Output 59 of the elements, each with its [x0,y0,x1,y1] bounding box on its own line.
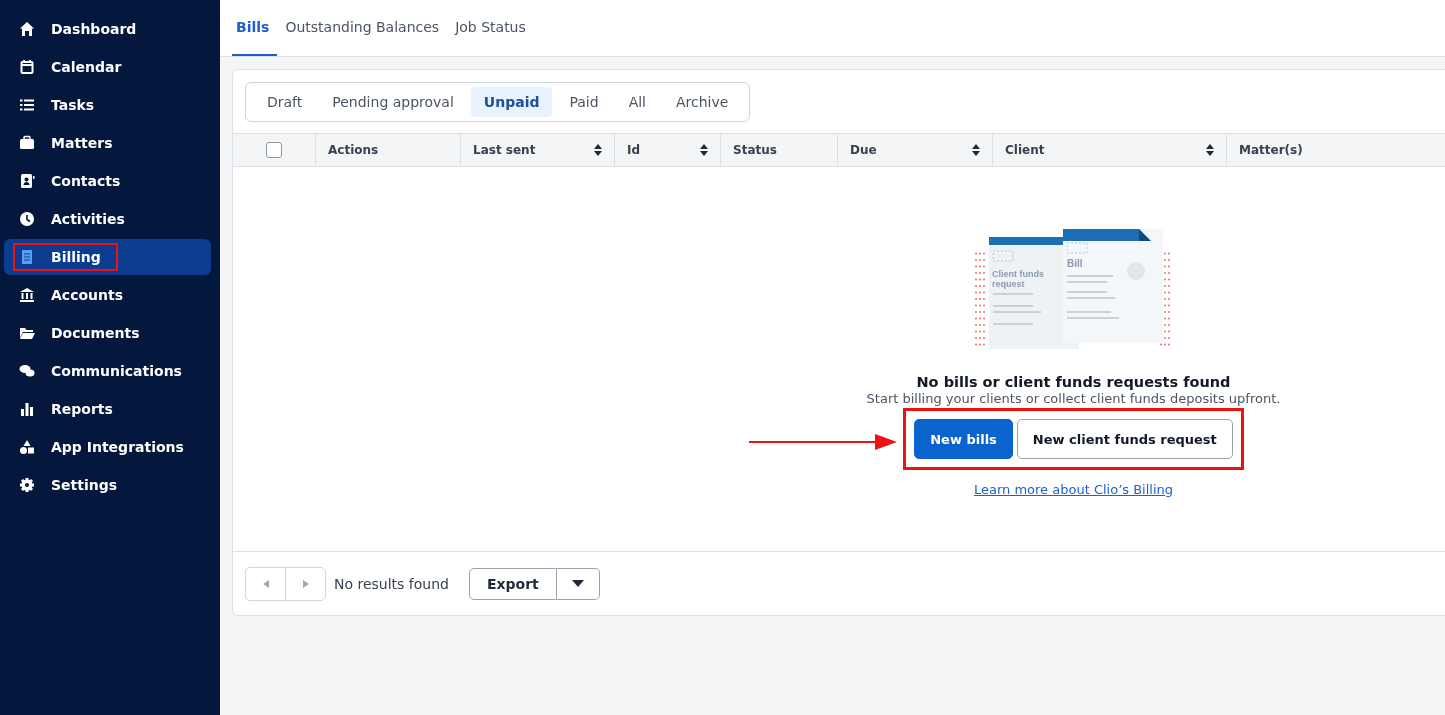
settings-icon [19,477,35,493]
new-bills-button[interactable]: New bills [914,419,1013,459]
chat-icon [19,363,35,379]
tab[interactable]: Bills [232,0,278,56]
export-dropdown-button[interactable] [556,567,600,600]
shapes-icon [19,439,35,455]
sidebar-item[interactable]: App Integrations [4,429,211,465]
column-header: Client [1005,143,1045,157]
sidebar-item[interactable]: Documents [4,315,211,351]
column-header: Status [733,143,777,157]
filter-tab[interactable]: Unpaid [470,87,553,117]
receipt-icon [19,249,35,265]
right-triangle-icon [302,579,309,588]
results-status: No results found [334,575,449,592]
caret-icon [571,580,584,587]
tab[interactable]: Job Status [451,0,534,56]
export-button[interactable]: Export [468,567,557,600]
sort-icon[interactable] [594,144,602,156]
sidebar-item[interactable]: Accounts [4,277,211,313]
learn-more-link[interactable]: Learn more about Clio’s Billing [973,482,1174,497]
home-icon [19,21,35,37]
clock-icon [19,211,35,227]
sidebar-item[interactable]: Activities [4,201,211,237]
documents-illustration: Client funds request Bill [968,225,1179,360]
sidebar-item[interactable]: Billing [4,239,211,275]
sidebar-item[interactable]: Tasks [4,87,211,123]
empty-title: No bills or client funds requests found [916,374,1231,390]
filter-tab[interactable]: Archive [663,87,742,117]
column-header: Due [850,143,877,157]
sidebar-item[interactable]: Settings [4,467,211,503]
empty-message: Start billing your clients or collect client funds deposits upfront. [866,391,1281,406]
column-header: Id [627,143,641,157]
sort-icon[interactable] [700,144,708,156]
briefcase-icon [19,135,35,151]
filter-tab[interactable]: All [615,87,659,117]
sidebar-item[interactable]: Calendar [4,49,211,85]
left-triangle-icon [262,579,269,588]
tab[interactable]: Outstanding Balances [281,0,448,56]
sort-icon[interactable] [972,144,980,156]
sidebar-item[interactable]: Matters [4,125,211,161]
new-request-button[interactable]: New client funds request [1016,419,1233,459]
column-header: Last sent [473,143,536,157]
column-header: Matter(s) [1239,143,1303,157]
bar-chart-icon [19,401,35,417]
list-icon [19,97,35,113]
filter-tab[interactable]: Pending approval [319,87,467,117]
sidebar-item[interactable]: Dashboard [4,11,211,47]
sidebar-item[interactable]: Reports [4,391,211,427]
calendar-icon [19,59,35,75]
filter-tab[interactable]: Draft [254,87,316,117]
bank-icon [19,287,35,303]
folder-icon [19,325,35,341]
sidebar-item[interactable]: Communications [4,353,211,389]
sort-icon[interactable] [1206,144,1214,156]
select-all-checkbox[interactable] [266,142,282,158]
column-header: Actions [328,143,379,157]
sidebar-item[interactable]: Contacts [4,163,211,199]
contact-card-icon [19,173,35,189]
filter-tab[interactable]: Paid [556,87,612,117]
